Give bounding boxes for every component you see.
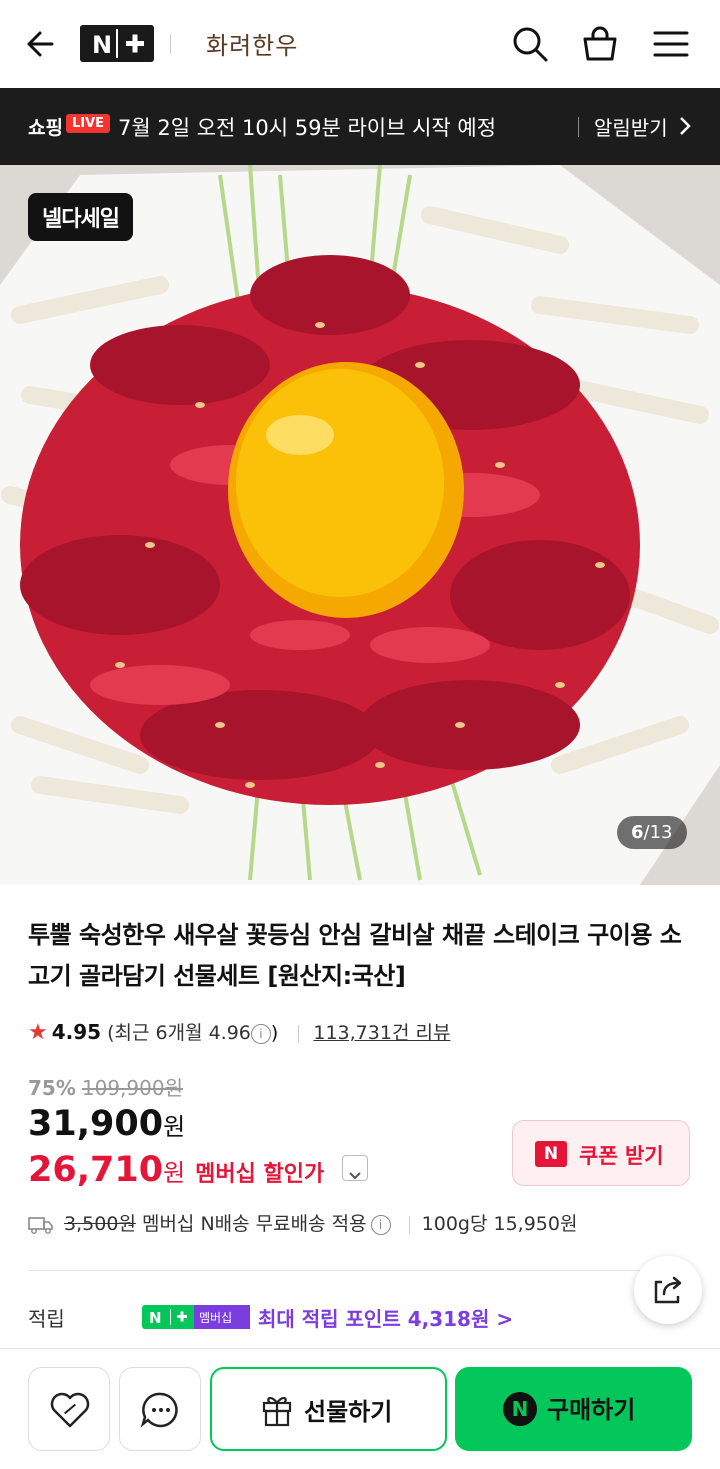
live-badge: LIVE — [66, 114, 111, 133]
truck-icon — [28, 1216, 53, 1234]
pager-current: 6 — [631, 822, 644, 843]
sale-price-unit: 원 — [163, 1113, 186, 1141]
rating-divider — [298, 1024, 300, 1043]
info-icon[interactable]: i — [250, 1023, 271, 1044]
coupon-label: 쿠폰 받기 — [579, 1144, 664, 1168]
search-icon[interactable] — [510, 24, 550, 64]
talk-button[interactable] — [119, 1367, 201, 1451]
naver-n-circle-icon: N — [503, 1392, 537, 1426]
chevron-down-icon — [349, 1172, 362, 1180]
store-name[interactable]: 화려한우 — [206, 26, 298, 61]
chat-icon — [140, 1392, 178, 1428]
gift-button[interactable]: 선물하기 — [210, 1367, 447, 1451]
share-button[interactable] — [634, 1256, 702, 1324]
heart-icon — [50, 1392, 90, 1428]
rating-score: 4.95 — [51, 1020, 102, 1044]
alarm-button[interactable]: 알림받기 — [594, 112, 668, 141]
naver-n-icon: N — [535, 1141, 567, 1167]
gift-label: 선물하기 — [304, 1398, 393, 1426]
points-row[interactable]: 적립 N 멤버십 최대 적립 포인트 4,318원 > — [28, 1303, 513, 1332]
product-image[interactable] — [0, 165, 720, 885]
naver-plus-membership-badge: N 멤버십 — [142, 1305, 250, 1329]
buy-button[interactable]: N 구매하기 — [455, 1367, 692, 1451]
menu-icon[interactable] — [651, 24, 691, 64]
naver-plus-logo-icon[interactable]: N — [80, 25, 154, 62]
svg-text:N: N — [149, 1309, 162, 1327]
shipping-text: 멤버십 N배송 무료배송 적용 — [141, 1213, 367, 1235]
member-price-unit: 원 — [163, 1159, 186, 1187]
shipping-row: 3,500원 멤버십 N배송 무료배송 적용 i 100g당 15,950원 — [28, 1209, 577, 1236]
banner-divider — [578, 117, 579, 137]
sale-price-value: 31,900 — [28, 1104, 164, 1144]
discount-percent: 75% — [28, 1076, 76, 1100]
recent-rating-close: ) — [270, 1022, 279, 1044]
sale-tag: 넬다세일 — [28, 193, 133, 241]
star-icon: ★ — [28, 1020, 48, 1045]
member-price-label: 멤버십 할인가 — [195, 1162, 325, 1187]
membership-badge-text: 멤버십 — [199, 1311, 232, 1325]
sale-price: 31,900원 — [28, 1104, 185, 1144]
coupon-button[interactable]: N 쿠폰 받기 — [512, 1120, 690, 1186]
live-banner[interactable]: 쇼핑 LIVE 7월 2일 오전 10시 59분 라이브 시작 예정 알림받기 — [0, 88, 720, 165]
points-label: 적립 — [28, 1307, 65, 1331]
shipping-fee: 3,500원 — [64, 1213, 136, 1235]
product-title: 투뿔 숙성한우 새우살 꽃등심 안심 갈비살 채끝 스테이크 구이용 소고기 골… — [28, 921, 682, 990]
unit-price: 100g당 15,950원 — [421, 1213, 578, 1235]
review-count-link[interactable]: 113,731건 리뷰 — [313, 1022, 450, 1044]
top-header: N 화려한우 — [0, 0, 720, 88]
rating-row: ★ 4.95 (최근 6개월 4.96 i) 113,731건 리뷰 — [28, 1018, 450, 1045]
recent-rating: (최근 6개월 4.96 — [107, 1022, 251, 1044]
original-price: 109,900원 — [81, 1076, 183, 1100]
share-icon — [654, 1276, 682, 1304]
section-divider — [28, 1270, 692, 1271]
original-price-row: 75% 109,900원 — [28, 1072, 183, 1101]
member-price-value: 26,710 — [28, 1150, 164, 1190]
yukhoe-photo — [0, 165, 720, 885]
points-text: 최대 적립 포인트 4,318원 > — [258, 1307, 514, 1331]
member-price-row: 26,710원 멤버십 할인가 — [28, 1150, 369, 1190]
header-divider — [170, 34, 171, 54]
live-schedule-text: 7월 2일 오전 10시 59분 라이브 시작 예정 — [118, 116, 497, 140]
cart-icon[interactable] — [580, 24, 620, 64]
shipping-divider — [408, 1215, 410, 1234]
shopping-label: 쇼핑 — [28, 117, 63, 139]
wishlist-button[interactable] — [28, 1367, 110, 1451]
info-icon[interactable]: i — [370, 1214, 391, 1235]
image-pager: 6/13 — [617, 816, 687, 849]
bottom-action-bar: 선물하기 N 구매하기 — [0, 1348, 720, 1469]
brand-badge-text: N — [92, 31, 112, 59]
back-arrow-icon[interactable] — [22, 24, 62, 64]
pager-total: /13 — [643, 822, 673, 843]
gift-icon — [262, 1397, 292, 1427]
buy-label: 구매하기 — [547, 1396, 636, 1424]
chevron-right-icon — [680, 117, 691, 135]
member-price-dropdown[interactable] — [342, 1155, 369, 1181]
